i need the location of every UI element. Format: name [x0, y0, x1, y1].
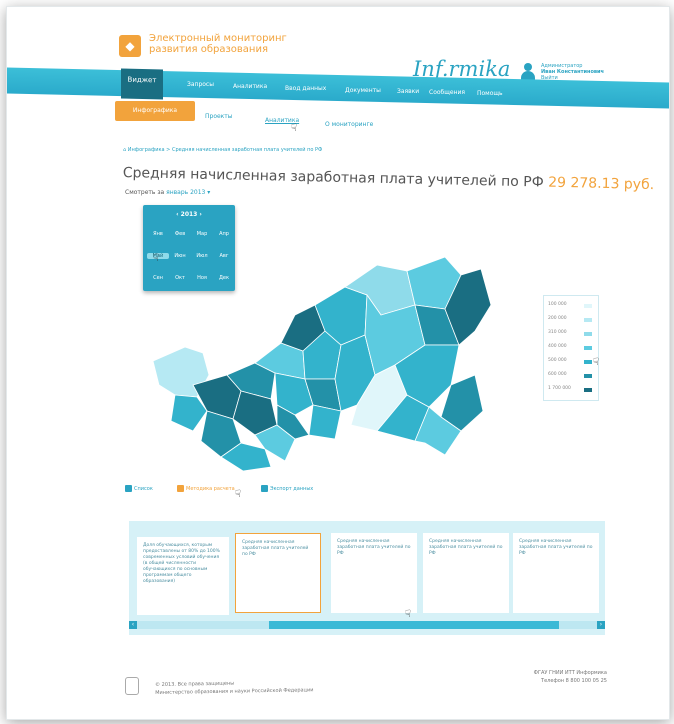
map-legend: 100 000 200 000 310 000 400 000 500 000 …: [543, 295, 599, 401]
legend-swatch[interactable]: [584, 374, 592, 378]
ministry-name: Министерство образования и науки Российс…: [155, 687, 314, 696]
logo-icon[interactable]: ◆: [119, 35, 141, 57]
company-name: ФГАУ ГНИИ ИТТ Информика: [533, 670, 607, 676]
legend-swatch[interactable]: [584, 346, 592, 350]
home-icon[interactable]: ⌂: [123, 147, 126, 153]
nav-item-requests[interactable]: Запросы: [187, 81, 214, 88]
user-info: Администратор Иван Константинович Выйти: [541, 63, 604, 81]
list-label: Список: [134, 486, 153, 492]
hand-cursor-icon: ☟: [291, 123, 298, 134]
legend-label: 500 000: [548, 358, 567, 363]
month-mar[interactable]: Мар: [191, 231, 213, 237]
month-jun[interactable]: Июн: [169, 253, 191, 259]
list-view-link[interactable]: Список: [125, 485, 153, 492]
export-icon: [261, 485, 268, 492]
month-apr[interactable]: Апр: [213, 231, 235, 237]
month-picker: ‹ 2013 › Янв Фев Мар Апр Май Июн Июл Авг…: [143, 205, 235, 291]
legend-label: 600 000: [548, 372, 567, 377]
nav-item-messages[interactable]: Сообщения: [429, 89, 465, 96]
legend-swatch[interactable]: [584, 304, 592, 308]
subnav-infographics[interactable]: Инфографика: [115, 101, 195, 121]
page-title-value: 29 278.13 руб.: [548, 174, 655, 194]
indicator-card[interactable]: Средняя начисленная заработная плата учи…: [513, 533, 599, 613]
export-link[interactable]: Экспорт данных: [261, 485, 313, 492]
indicator-card[interactable]: Средняя начисленная заработная плата учи…: [423, 533, 509, 613]
period-label: Смотреть за: [125, 189, 165, 196]
page-title-text: Средняя начисленная заработная плата учи…: [122, 165, 544, 191]
year-selector[interactable]: ‹ 2013 ›: [143, 211, 235, 218]
chevron-left-icon[interactable]: ‹: [129, 621, 137, 629]
period-dropdown[interactable]: январь 2013 ▾: [166, 189, 210, 196]
browser-frame: ◆ Электронный мониторинг развития образо…: [6, 6, 670, 720]
breadcrumb: ⌂ Инфографика > Средняя начисленная зара…: [123, 147, 322, 153]
nav-item-documents[interactable]: Документы: [345, 87, 381, 94]
nav-item-help[interactable]: Помощь: [477, 90, 503, 97]
footer-right: ФГАУ ГНИИ ИТТ Информика Телефон 8 800 10…: [527, 669, 607, 685]
legend-swatch[interactable]: [584, 332, 592, 336]
hand-cursor-icon: ☟: [235, 489, 242, 500]
legend-label: 200 000: [548, 316, 567, 321]
legend-label: 100 000: [548, 302, 567, 307]
legend-label: 1 700 000: [548, 386, 571, 391]
month-nov[interactable]: Ноя: [191, 275, 213, 281]
list-icon: [125, 485, 132, 492]
month-oct[interactable]: Окт: [169, 275, 191, 281]
indicator-card-selected[interactable]: Средняя начисленная заработная плата учи…: [235, 533, 321, 613]
method-link[interactable]: Методика расчета: [177, 485, 235, 492]
export-label: Экспорт данных: [270, 486, 314, 492]
hand-cursor-icon: ☟: [405, 609, 412, 620]
legend-label: 400 000: [548, 344, 567, 349]
logo-title[interactable]: Электронный мониторинг развития образова…: [149, 33, 309, 55]
hand-cursor-icon: ☟: [153, 253, 160, 264]
nav-item-analytics[interactable]: Аналитика: [233, 83, 267, 90]
hand-cursor-icon: ☟: [593, 357, 600, 368]
logo-line-1: Электронный мониторинг: [149, 33, 287, 44]
month-dec[interactable]: Дек: [213, 275, 235, 281]
legend-label: 310 000: [548, 330, 567, 335]
nav-item-requests-2[interactable]: Заявки: [397, 88, 419, 95]
subnav-projects[interactable]: Проекты: [205, 113, 233, 120]
logo-line-2: развития образования: [149, 44, 268, 55]
nav-item-data-entry[interactable]: Ввод данных: [285, 85, 326, 92]
carousel-scroll-thumb[interactable]: [269, 621, 559, 629]
breadcrumb-path[interactable]: Инфографика > Средняя начисленная зарабо…: [128, 147, 323, 153]
region[interactable]: [308, 404, 342, 440]
indicator-carousel: Доля обучающихся, которым предоставлены …: [129, 521, 605, 635]
method-label: Методика расчета: [186, 486, 235, 492]
footer-left: © 2013. Все права защищены Министерство …: [155, 678, 314, 697]
month-jul[interactable]: Июл: [191, 253, 213, 259]
month-aug[interactable]: Авг: [213, 253, 235, 259]
indicator-card[interactable]: Доля обучающихся, которым предоставлены …: [137, 537, 229, 615]
month-sep[interactable]: Сен: [147, 275, 169, 281]
subnav-about[interactable]: О мониторинге: [325, 121, 373, 128]
period-selector: Смотреть за январь 2013 ▾: [125, 189, 210, 196]
document-icon: [177, 485, 184, 492]
legend-swatch[interactable]: [584, 388, 592, 392]
month-jan[interactable]: Янв: [147, 231, 169, 237]
legend-swatch[interactable]: [584, 360, 592, 364]
chevron-right-icon[interactable]: ›: [597, 621, 605, 629]
nav-item-widget[interactable]: Виджет: [121, 68, 163, 100]
month-feb[interactable]: Фев: [169, 231, 191, 237]
emblem-icon: [125, 677, 139, 695]
phone: Телефон 8 800 100 05 25: [541, 678, 607, 684]
legend-swatch[interactable]: [584, 318, 592, 322]
indicator-card[interactable]: Средняя начисленная заработная плата учи…: [331, 533, 417, 613]
